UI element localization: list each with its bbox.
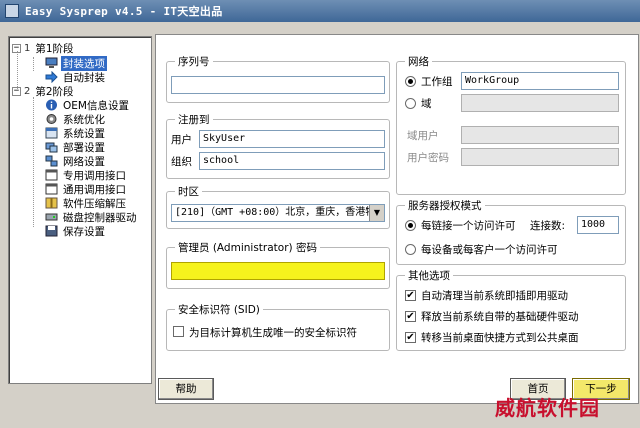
domain-input[interactable]	[461, 94, 619, 112]
other-options-title: 其他选项	[405, 268, 453, 283]
network-group-title: 网络	[405, 54, 432, 69]
per-server-label: 每链接一个访问许可	[421, 220, 516, 232]
tree-item-pack-options[interactable]: 封装选项	[45, 55, 107, 71]
workgroup-radio[interactable]	[405, 76, 416, 87]
title-bar: Easy Sysprep v4.5 - IT天空出品	[0, 0, 640, 22]
watermark: 威航软件园	[495, 396, 600, 420]
timezone-value: [210]（GMT +08:00）北京，重庆，香港特	[175, 207, 376, 218]
network-icon	[45, 155, 58, 167]
option-clean-pnp-checkbox[interactable]: ✔	[405, 290, 416, 301]
admin-password-input[interactable]	[171, 262, 385, 280]
sid-option-label: 为目标计算机生成唯一的安全标识符	[189, 327, 357, 339]
tree-item-save-settings[interactable]: 保存设置	[45, 224, 107, 238]
register-group: 注册到 用户 SkyUser 组织 school	[166, 112, 390, 179]
domain-user-input[interactable]	[461, 126, 619, 144]
workgroup-input[interactable]: WorkGroup	[461, 72, 619, 90]
tree-item-disk-driver[interactable]: 磁盘控制器驱动	[45, 210, 139, 224]
connections-label: 连接数:	[530, 220, 566, 232]
per-seat-radio[interactable]	[405, 244, 416, 255]
tree-item-network-settings[interactable]: 网络设置	[45, 154, 107, 168]
tree-item-software-compress[interactable]: 软件压缩解压	[45, 196, 128, 210]
tree-node-stage2[interactable]: − 2 第2阶段	[12, 84, 76, 98]
domain-label: 域	[421, 98, 432, 110]
domain-password-label: 用户密码	[407, 152, 449, 164]
network-group: 网络 工作组 WorkGroup 域 域用户 用户密码	[396, 54, 626, 195]
tree-item-deploy-settings[interactable]: 部署设置	[45, 140, 107, 154]
serial-input[interactable]	[171, 76, 385, 94]
sid-group-title: 安全标识符 (SID)	[175, 302, 263, 317]
settings-panel: 序列号 注册到 用户 SkyUser 组织 school 时区 [210]（GM…	[155, 34, 639, 404]
settings-window-icon	[45, 127, 58, 139]
domain-radio[interactable]	[405, 98, 416, 109]
deploy-icon	[45, 142, 58, 153]
user-label: 用户	[171, 134, 192, 146]
org-label: 组织	[171, 156, 192, 168]
window-icon	[45, 169, 58, 181]
option-move-shortcuts-checkbox[interactable]: ✔	[405, 332, 416, 343]
register-group-title: 注册到	[175, 112, 213, 127]
timezone-select[interactable]: [210]（GMT +08:00）北京，重庆，香港特 ▼	[171, 204, 385, 222]
window-client: − 1 第1阶段 封装选项 自动封装 − 2 第2阶段 OEM信息设置 系统优化…	[0, 22, 640, 428]
admin-password-group: 管理员 (Administrator) 密码	[166, 240, 390, 289]
other-options-group: 其他选项 ✔ 自动清理当前系统即插即用驱动 ✔ 释放当前系统自带的基础硬件驱动 …	[396, 268, 626, 351]
tree-item-system-optimize[interactable]: 系统优化	[45, 112, 107, 126]
license-group-title: 服务器授权模式	[405, 198, 485, 213]
sid-group: 安全标识符 (SID) 为目标计算机生成唯一的安全标识符	[166, 302, 390, 351]
connections-input[interactable]: 1000	[577, 216, 619, 234]
timezone-group: 时区 [210]（GMT +08:00）北京，重庆，香港特 ▼	[166, 184, 390, 229]
timezone-group-title: 时区	[175, 184, 202, 199]
admin-password-title: 管理员 (Administrator) 密码	[175, 240, 320, 255]
user-input[interactable]: SkyUser	[199, 130, 385, 148]
org-input[interactable]: school	[199, 152, 385, 170]
monitor-icon	[45, 57, 58, 68]
gear-icon	[46, 114, 57, 124]
license-group: 服务器授权模式 每链接一个访问许可 连接数: 1000 每设备或每客户一个访问许…	[396, 198, 626, 265]
tree-item-oem-info[interactable]: OEM信息设置	[45, 98, 131, 112]
nav-tree[interactable]: − 1 第1阶段 封装选项 自动封装 − 2 第2阶段 OEM信息设置 系统优化…	[8, 36, 152, 384]
collapse-icon[interactable]: −	[12, 86, 21, 96]
archive-icon	[45, 197, 58, 209]
arrow-right-icon	[45, 71, 58, 83]
save-icon	[45, 225, 58, 237]
info-icon	[46, 99, 57, 111]
option-release-drivers-checkbox[interactable]: ✔	[405, 311, 416, 322]
disk-icon	[45, 213, 58, 221]
tree-node-stage1[interactable]: − 1 第1阶段	[12, 41, 76, 55]
window-icon	[45, 183, 58, 195]
sid-checkbox[interactable]	[173, 326, 184, 337]
serial-group-title: 序列号	[175, 54, 213, 69]
option-clean-pnp-label: 自动清理当前系统即插即用驱动	[421, 290, 568, 302]
serial-group: 序列号	[166, 54, 390, 103]
tree-item-general-interface[interactable]: 通用调用接口	[45, 182, 128, 196]
tree-item-special-interface[interactable]: 专用调用接口	[45, 168, 128, 182]
chevron-down-icon[interactable]: ▼	[369, 205, 384, 221]
workgroup-label: 工作组	[421, 76, 453, 88]
app-icon	[5, 4, 19, 18]
option-release-drivers-label: 释放当前系统自带的基础硬件驱动	[421, 311, 579, 323]
per-server-radio[interactable]	[405, 220, 416, 231]
window-title: Easy Sysprep v4.5 - IT天空出品	[25, 5, 223, 18]
option-move-shortcuts-label: 转移当前桌面快捷方式到公共桌面	[421, 332, 579, 344]
collapse-icon[interactable]: −	[12, 43, 21, 53]
tree-item-system-settings[interactable]: 系统设置	[45, 126, 107, 140]
per-seat-label: 每设备或每客户一个访问许可	[421, 244, 558, 256]
help-button[interactable]: 帮助	[158, 378, 214, 400]
domain-user-label: 域用户	[407, 130, 439, 142]
tree-item-auto-pack[interactable]: 自动封装	[45, 70, 107, 84]
domain-password-input[interactable]	[461, 148, 619, 166]
